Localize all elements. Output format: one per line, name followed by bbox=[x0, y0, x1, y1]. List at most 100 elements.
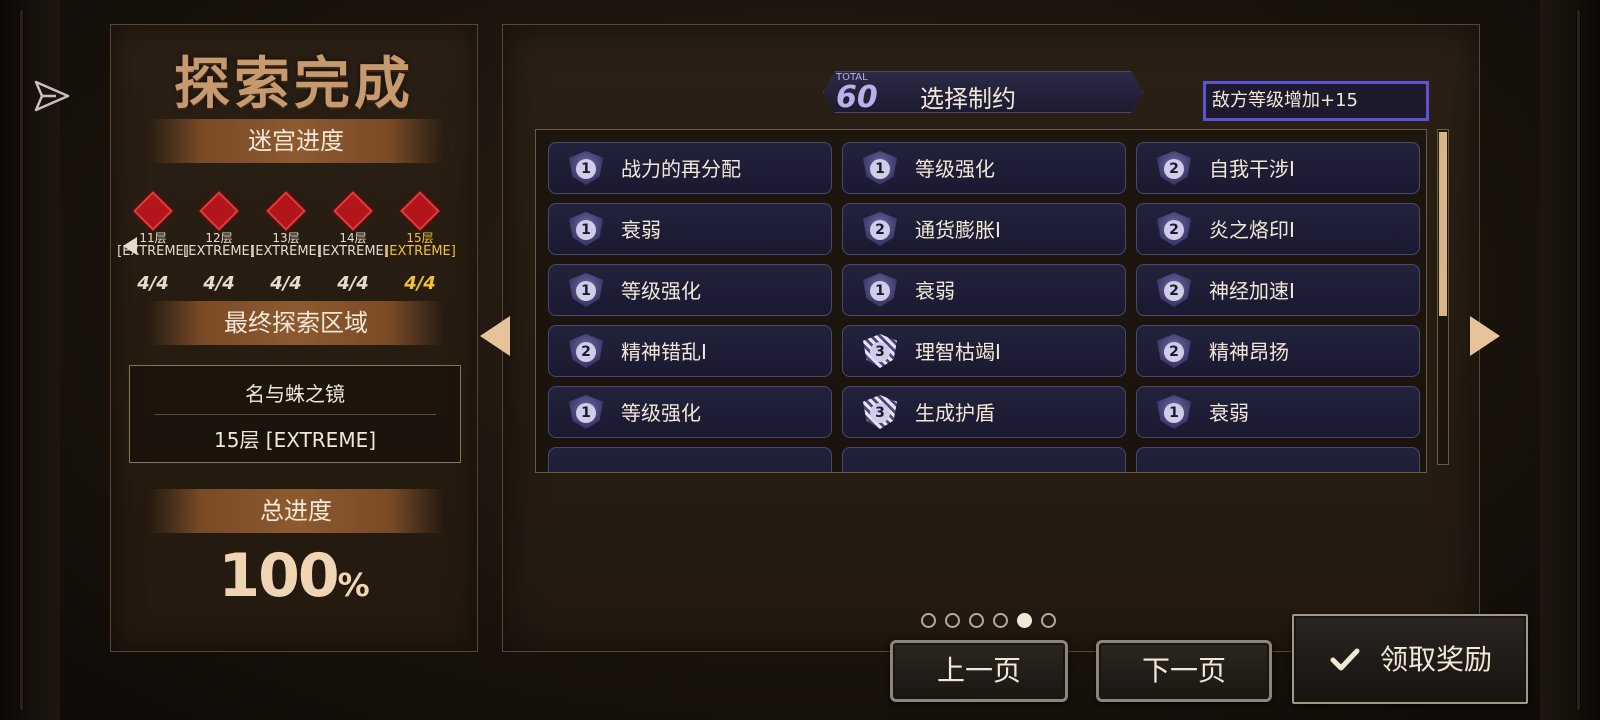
constraint-label: 自我干涉Ⅰ bbox=[1209, 157, 1295, 181]
page-dot[interactable] bbox=[945, 613, 960, 628]
page-dot[interactable] bbox=[1017, 613, 1032, 628]
page-indicator bbox=[921, 613, 1065, 629]
floor-label: 15层 bbox=[406, 231, 434, 245]
divider bbox=[154, 414, 436, 415]
constraint-label: 精神昂扬 bbox=[1209, 340, 1289, 364]
constraint-level-badge-icon: 2 bbox=[1153, 210, 1195, 250]
constraint-title: 选择制约 bbox=[920, 85, 1016, 113]
constraint-label: 通货膨胀Ⅰ bbox=[915, 218, 1001, 242]
constraint-card[interactable]: 1 衰弱 bbox=[1136, 386, 1420, 438]
constraint-level-badge-icon: 2 bbox=[565, 332, 607, 372]
total-value: 60 bbox=[836, 80, 878, 115]
prev-page-label: 上一页 bbox=[936, 654, 1021, 687]
floor-diamond-icon bbox=[266, 191, 306, 231]
constraint-label: 理智枯竭Ⅰ bbox=[915, 340, 1001, 364]
constraint-level: 3 bbox=[870, 403, 890, 423]
constraint-level-badge-icon: 1 bbox=[565, 210, 607, 250]
maze-progress-banner: 迷宫进度 bbox=[149, 119, 443, 163]
constraint-level-badge-icon: 1 bbox=[1153, 393, 1195, 433]
page-dot[interactable] bbox=[969, 613, 984, 628]
page-dot[interactable] bbox=[1041, 613, 1056, 628]
constraint-level: 2 bbox=[576, 342, 596, 362]
constraint-label: 衰弱 bbox=[1209, 401, 1249, 425]
floor-label: 12层 bbox=[205, 231, 233, 245]
constraint-card[interactable]: 2 炎之烙印Ⅰ bbox=[1136, 203, 1420, 255]
constraint-card[interactable]: 1 等级强化 bbox=[842, 142, 1126, 194]
total-progress-unit: % bbox=[337, 566, 370, 604]
constraint-label: 精神错乱Ⅰ bbox=[621, 340, 707, 364]
constraint-list: 1 战力的再分配 1 等级强化 2 自我干涉Ⅰ 1 衰弱 2 通货膨胀Ⅰ 2 炎之烙印Ⅰ 1 等级强化 1 衰… bbox=[535, 129, 1427, 473]
page-dot[interactable] bbox=[993, 613, 1008, 628]
page-dot[interactable] bbox=[921, 613, 936, 628]
constraint-level-badge-icon: 2 bbox=[1153, 149, 1195, 189]
scroll-thumb[interactable] bbox=[1439, 132, 1447, 316]
claim-reward-button[interactable]: 领取奖励 bbox=[1292, 614, 1528, 704]
final-area-floor: 15层 [EXTREME] bbox=[213, 428, 377, 452]
constraint-level: 1 bbox=[870, 159, 890, 179]
page-title: 探索完成 bbox=[174, 52, 414, 117]
constraint-select-panel: TOTAL 60 选择制约 敌方等级增加+15 1 战力的再分配 1 等级强化 2 自我干… bbox=[502, 24, 1480, 652]
constraint-card[interactable]: 2 精神昂扬 bbox=[1136, 325, 1420, 377]
constraint-header: TOTAL 60 选择制约 bbox=[823, 71, 1143, 113]
floor-item-current: 15层 [EXTREME] 4/4 bbox=[384, 191, 456, 294]
triangle-right-icon[interactable] bbox=[1470, 316, 1500, 356]
floor-difficulty: [EXTREME] bbox=[384, 244, 456, 259]
floor-diamond-icon bbox=[133, 191, 173, 231]
constraint-level-badge-icon: 1 bbox=[859, 149, 901, 189]
constraint-label: 等级强化 bbox=[621, 401, 701, 425]
triangle-left-icon[interactable] bbox=[480, 316, 510, 356]
floor-item: 13层 [EXTREME] 4/4 bbox=[250, 191, 322, 294]
constraint-card-partial[interactable] bbox=[1136, 447, 1420, 472]
constraint-card[interactable]: 3 生成护盾 bbox=[842, 386, 1126, 438]
total-progress-banner: 总进度 bbox=[149, 489, 443, 533]
floor-label: 11层 bbox=[139, 231, 167, 245]
constraint-level: 2 bbox=[1164, 281, 1184, 301]
constraint-level: 2 bbox=[1164, 342, 1184, 362]
floor-progress-row: 11层 [EXTREME] 4/4 12层 [EXTREME] 4/4 13层 … bbox=[117, 191, 459, 313]
constraint-level-badge-icon: 3 bbox=[859, 332, 901, 372]
floor-progress: 4/4 bbox=[137, 273, 169, 294]
constraint-card[interactable]: 1 等级强化 bbox=[548, 264, 832, 316]
constraint-level-badge-icon: 2 bbox=[1153, 332, 1195, 372]
constraint-card[interactable]: 2 精神错乱Ⅰ bbox=[548, 325, 832, 377]
constraint-level-badge-icon: 1 bbox=[565, 271, 607, 311]
floor-item: 12层 [EXTREME] 4/4 bbox=[183, 191, 255, 294]
constraint-label: 等级强化 bbox=[915, 157, 995, 181]
constraint-level: 1 bbox=[576, 281, 596, 301]
constraint-card[interactable]: 1 衰弱 bbox=[548, 203, 832, 255]
constraint-card-partial[interactable] bbox=[548, 447, 832, 472]
constraint-level-badge-icon: 1 bbox=[565, 149, 607, 189]
constraint-label: 生成护盾 bbox=[915, 401, 995, 425]
constraint-label: 等级强化 bbox=[621, 279, 701, 303]
scrollbar[interactable] bbox=[1437, 129, 1449, 465]
constraint-label: 衰弱 bbox=[915, 279, 955, 303]
floor-diamond-icon bbox=[400, 191, 440, 231]
constraint-card[interactable]: 3 理智枯竭Ⅰ bbox=[842, 325, 1126, 377]
constraint-label: 战力的再分配 bbox=[621, 157, 741, 181]
constraint-card[interactable]: 1 战力的再分配 bbox=[548, 142, 832, 194]
constraint-level-badge-icon: 2 bbox=[859, 210, 901, 250]
constraint-level-badge-icon: 1 bbox=[859, 271, 901, 311]
floor-diamond-icon bbox=[199, 191, 239, 231]
effect-description: 敌方等级增加+15 bbox=[1203, 81, 1429, 121]
constraint-card[interactable]: 1 等级强化 bbox=[548, 386, 832, 438]
next-page-button[interactable]: 下一页 bbox=[1096, 640, 1272, 702]
floor-item: 11层 [EXTREME] 4/4 bbox=[117, 191, 189, 294]
floor-progress: 4/4 bbox=[270, 273, 302, 294]
next-page-label: 下一页 bbox=[1141, 654, 1226, 687]
total-progress-number: 100 bbox=[218, 541, 339, 611]
constraint-level: 1 bbox=[1164, 403, 1184, 423]
constraint-label: 炎之烙印Ⅰ bbox=[1209, 218, 1295, 242]
constraint-card-partial[interactable] bbox=[842, 447, 1126, 472]
constraint-level-badge-icon: 3 bbox=[859, 393, 901, 433]
constraint-level: 2 bbox=[1164, 159, 1184, 179]
share-icon[interactable] bbox=[32, 76, 72, 116]
constraint-card[interactable]: 1 衰弱 bbox=[842, 264, 1126, 316]
constraint-card[interactable]: 2 自我干涉Ⅰ bbox=[1136, 142, 1420, 194]
constraint-card[interactable]: 2 神经加速Ⅰ bbox=[1136, 264, 1420, 316]
constraint-card[interactable]: 2 通货膨胀Ⅰ bbox=[842, 203, 1126, 255]
constraint-level-badge-icon: 1 bbox=[565, 393, 607, 433]
floor-progress: 4/4 bbox=[404, 273, 436, 294]
final-area-box: 名与蛛之镜 15层 [EXTREME] bbox=[129, 365, 461, 463]
prev-page-button[interactable]: 上一页 bbox=[890, 640, 1068, 702]
